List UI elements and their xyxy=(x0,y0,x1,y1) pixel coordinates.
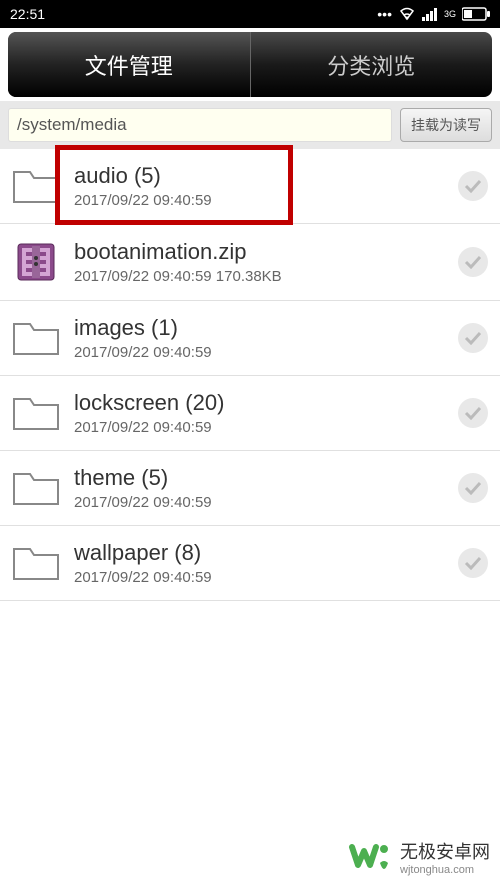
file-meta: 2017/09/22 09:40:59 xyxy=(74,344,444,361)
path-text: /system/media xyxy=(17,115,127,134)
file-list: audio (5) 2017/09/22 09:40:59 bootanimat… xyxy=(0,149,500,601)
folder-icon xyxy=(12,393,60,433)
watermark-title: 无极安卓网 xyxy=(400,838,490,864)
file-meta: 2017/09/22 09:40:59 xyxy=(74,419,444,436)
file-meta: 2017/09/22 09:40:59 xyxy=(74,569,444,586)
file-meta: 2017/09/22 09:40:59 170.38KB xyxy=(74,268,444,285)
file-info: images (1) 2017/09/22 09:40:59 xyxy=(74,315,444,361)
signal-icon xyxy=(422,7,438,21)
checkmark-button[interactable] xyxy=(458,398,488,428)
folder-icon xyxy=(12,543,60,583)
file-item[interactable]: theme (5) 2017/09/22 09:40:59 xyxy=(0,451,500,526)
tab-bar: 文件管理 分类浏览 xyxy=(8,32,492,97)
file-info: lockscreen (20) 2017/09/22 09:40:59 xyxy=(74,390,444,436)
zip-icon xyxy=(12,238,60,286)
checkmark-button[interactable] xyxy=(458,171,488,201)
path-input[interactable]: /system/media xyxy=(8,108,392,142)
file-info: theme (5) 2017/09/22 09:40:59 xyxy=(74,465,444,511)
file-info: audio (5) 2017/09/22 09:40:59 xyxy=(74,163,444,209)
file-info: wallpaper (8) 2017/09/22 09:40:59 xyxy=(74,540,444,586)
tab-category-browse[interactable]: 分类浏览 xyxy=(251,32,493,97)
file-name: lockscreen (20) xyxy=(74,390,444,416)
path-bar: /system/media 挂载为读写 xyxy=(0,101,500,149)
file-item[interactable]: bootanimation.zip 2017/09/22 09:40:59 17… xyxy=(0,224,500,301)
file-name: audio (5) xyxy=(74,163,444,189)
folder-icon xyxy=(12,166,60,206)
mount-button[interactable]: 挂载为读写 xyxy=(400,108,492,142)
file-name: theme (5) xyxy=(74,465,444,491)
watermark: 无极安卓网 wjtonghua.com xyxy=(348,835,490,879)
file-item[interactable]: lockscreen (20) 2017/09/22 09:40:59 xyxy=(0,376,500,451)
status-bar: 22:51 ••• 3G xyxy=(0,0,500,28)
battery-icon xyxy=(462,7,490,21)
network-label: 3G xyxy=(444,9,456,19)
folder-icon xyxy=(12,318,60,358)
tab-category-browse-label: 分类浏览 xyxy=(327,49,415,81)
file-item[interactable]: images (1) 2017/09/22 09:40:59 xyxy=(0,301,500,376)
file-meta: 2017/09/22 09:40:59 xyxy=(74,192,444,209)
watermark-logo-icon xyxy=(348,835,392,879)
checkmark-button[interactable] xyxy=(458,548,488,578)
file-item[interactable]: audio (5) 2017/09/22 09:40:59 xyxy=(0,149,500,224)
dots-icon: ••• xyxy=(377,6,392,22)
file-meta: 2017/09/22 09:40:59 xyxy=(74,494,444,511)
watermark-url: wjtonghua.com xyxy=(400,864,490,876)
status-time: 22:51 xyxy=(10,6,45,22)
status-icons: ••• 3G xyxy=(377,6,490,22)
mount-button-label: 挂载为读写 xyxy=(411,117,481,133)
folder-icon xyxy=(12,468,60,508)
checkmark-button[interactable] xyxy=(458,473,488,503)
file-name: images (1) xyxy=(74,315,444,341)
tab-file-manager-label: 文件管理 xyxy=(85,49,173,81)
file-info: bootanimation.zip 2017/09/22 09:40:59 17… xyxy=(74,239,444,285)
checkmark-button[interactable] xyxy=(458,247,488,277)
checkmark-button[interactable] xyxy=(458,323,488,353)
wifi-icon xyxy=(398,7,416,21)
file-item[interactable]: wallpaper (8) 2017/09/22 09:40:59 xyxy=(0,526,500,601)
tab-file-manager[interactable]: 文件管理 xyxy=(8,32,251,97)
file-name: bootanimation.zip xyxy=(74,239,444,265)
file-name: wallpaper (8) xyxy=(74,540,444,566)
